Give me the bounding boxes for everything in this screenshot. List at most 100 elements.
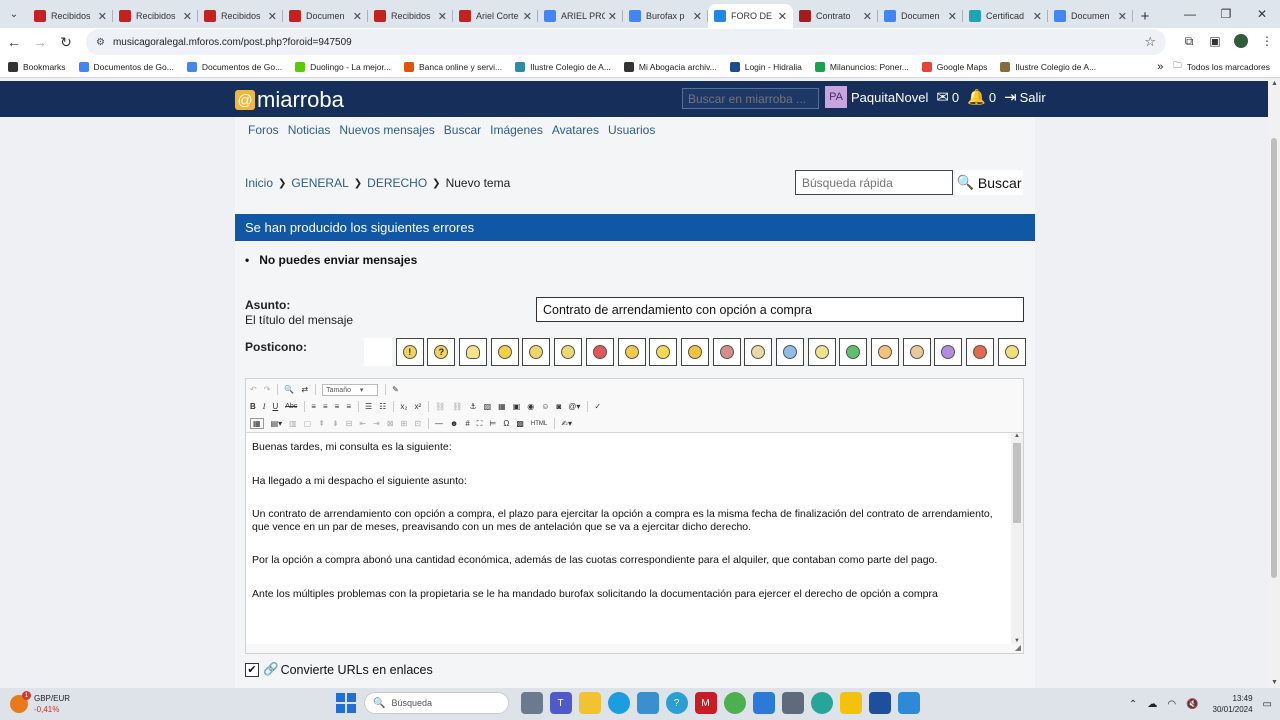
quick-search-input[interactable]	[795, 170, 953, 195]
nav-link[interactable]: Foros	[248, 123, 279, 137]
bullet-list-icon[interactable]: ☰	[365, 402, 372, 411]
store-icon[interactable]	[752, 692, 775, 714]
edge-icon[interactable]	[607, 692, 630, 714]
nav-link[interactable]: Buscar	[444, 123, 481, 137]
posticon-cool[interactable]	[617, 338, 646, 366]
bookmark-item[interactable]: Google Maps	[921, 61, 987, 72]
tab-search-icon[interactable]: ⌄	[0, 0, 28, 28]
subject-input[interactable]	[536, 297, 1024, 322]
bookmark-star-icon[interactable]: ☆	[1144, 34, 1156, 50]
emoticon-icon[interactable]: ☺	[541, 402, 549, 411]
horizontal-rule-icon[interactable]: —	[435, 419, 443, 428]
posticon-sick[interactable]	[839, 338, 868, 366]
browser-tab[interactable]: ARIEL PRO ✕	[538, 4, 623, 28]
calculator-icon[interactable]	[781, 692, 804, 714]
browser-tab[interactable]: Documen ✕	[1048, 4, 1133, 28]
tray-overflow-icon[interactable]: ⌃	[1129, 699, 1137, 710]
bookmark-item[interactable]: Milanuncios: Poner...	[814, 61, 909, 72]
posticon-smile[interactable]	[490, 338, 519, 366]
find-icon[interactable]: 🔍	[284, 385, 294, 394]
bold-icon[interactable]: B	[250, 402, 256, 411]
bookmark-item[interactable]: Ilustre Colegio de A...	[1000, 61, 1096, 72]
new-tab-button[interactable]: +	[1133, 4, 1157, 28]
page-break-icon[interactable]: ⊨	[489, 419, 496, 428]
convert-urls-checkbox[interactable]: ✔	[245, 662, 259, 677]
volume-icon[interactable]: 🔇	[1186, 699, 1198, 710]
browser-app-icon[interactable]	[810, 692, 833, 714]
table-icon[interactable]: ▦	[250, 418, 264, 429]
menu-icon[interactable]: ⋮	[1254, 34, 1280, 51]
restore-icon[interactable]: ❐	[1208, 0, 1244, 28]
browser-tab[interactable]: Recibidos ✕	[198, 4, 283, 28]
reload-button[interactable]: ↻	[54, 30, 78, 54]
bookmark-item[interactable]: Documentos de Go...	[186, 61, 282, 72]
browser-tab[interactable]: Documen ✕	[283, 4, 368, 28]
help-icon[interactable]: ?	[665, 692, 688, 714]
posticon-evil[interactable]	[934, 338, 963, 366]
posticon-angry[interactable]	[585, 338, 614, 366]
user-avatar[interactable]: PA	[825, 86, 847, 108]
posticon-question[interactable]: ?	[427, 338, 456, 366]
editor-body[interactable]: Buenas tardes, mi consulta es la siguien…	[246, 433, 1012, 644]
messages-link[interactable]: ✉ 0	[936, 88, 959, 106]
extensions-icon[interactable]: ⧉	[1176, 34, 1202, 51]
posticon-blank[interactable]	[554, 338, 583, 366]
all-bookmarks[interactable]: 🗀 Todos los marcadores	[1173, 60, 1270, 74]
clock[interactable]: 13:49 30/01/2024	[1213, 693, 1253, 715]
wifi-icon[interactable]: ◠	[1167, 699, 1176, 710]
breadcrumb-derecho[interactable]: DERECHO	[367, 176, 427, 190]
align-right-icon[interactable]: ≡	[335, 402, 340, 411]
mention-icon[interactable]: @▾	[568, 402, 580, 411]
posticon-happy[interactable]	[649, 338, 678, 366]
spellcheck-icon[interactable]: ✓	[594, 402, 601, 411]
bookmark-item[interactable]: Documentos de Go...	[78, 61, 174, 72]
image-icon[interactable]: ▨	[484, 402, 492, 411]
nav-link[interactable]: Imágenes	[490, 123, 543, 137]
browser-tab[interactable]: Burofax p ✕	[623, 4, 708, 28]
taskbar-search[interactable]: 🔍 Búsqueda	[364, 692, 509, 714]
font-size-select[interactable]: Tamaño ▾	[322, 383, 379, 396]
omega-icon[interactable]: Ω	[503, 419, 509, 428]
insert-table-icon[interactable]: ▤▾	[271, 419, 283, 428]
remove-format-icon[interactable]: ✎	[392, 385, 399, 394]
hashtag-icon[interactable]: #	[465, 419, 469, 428]
sticky-notes-icon[interactable]	[839, 692, 862, 714]
close-tab-icon[interactable]: ✕	[1118, 10, 1127, 23]
start-button[interactable]	[336, 693, 356, 713]
posticon-lightbulb[interactable]	[459, 338, 488, 366]
site-logo[interactable]: @ miarroba	[235, 87, 344, 113]
profile-avatar[interactable]	[1228, 33, 1254, 51]
close-tab-icon[interactable]: ✕	[1033, 10, 1042, 23]
video-icon[interactable]: ▣	[513, 402, 521, 411]
bookmark-item[interactable]: Ilustre Colegio de A...	[515, 61, 611, 72]
stock-app-icon[interactable]	[636, 692, 659, 714]
undo-icon[interactable]: ↶	[250, 385, 257, 394]
posticon-love[interactable]	[871, 338, 899, 366]
align-left-icon[interactable]: ≡	[311, 402, 316, 411]
browser-tab[interactable]: Certificad ✕	[963, 4, 1048, 28]
quick-search-button[interactable]: 🔍 Buscar	[955, 170, 1023, 195]
notepad-icon[interactable]	[897, 692, 920, 714]
resize-grip-icon[interactable]: ◢	[1015, 643, 1021, 652]
subscript-icon[interactable]: x₂	[400, 402, 407, 411]
posticon-exclamation[interactable]: !	[395, 338, 424, 366]
onedrive-icon[interactable]: ☁	[1147, 699, 1157, 710]
close-tab-icon[interactable]: ✕	[948, 10, 957, 23]
breadcrumb-inicio[interactable]: Inicio	[245, 176, 273, 190]
back-button[interactable]: ←	[2, 30, 26, 54]
close-tab-icon[interactable]: ✕	[183, 10, 192, 23]
minimize-icon[interactable]: —	[1172, 0, 1208, 28]
file-explorer-icon[interactable]	[578, 692, 601, 714]
editor-scroll-thumb[interactable]	[1013, 443, 1021, 523]
html-icon[interactable]: HTML	[531, 421, 547, 427]
page-scroll-thumb[interactable]	[1271, 138, 1277, 578]
superscript-icon[interactable]: x²	[414, 402, 421, 411]
close-tab-icon[interactable]: ✕	[523, 10, 532, 23]
browser-tab[interactable]: Contrato ✕	[793, 4, 878, 28]
link-icon[interactable]: ⛓	[435, 402, 445, 411]
cell-props-icon[interactable]: ▢	[304, 419, 312, 428]
camera-icon[interactable]: ◙	[556, 402, 561, 411]
notifications-link[interactable]: 🔔 0	[967, 88, 996, 106]
scroll-up-icon[interactable]: ▲	[1271, 80, 1278, 87]
page-scrollbar[interactable]: ▲ ▼	[1268, 78, 1280, 688]
